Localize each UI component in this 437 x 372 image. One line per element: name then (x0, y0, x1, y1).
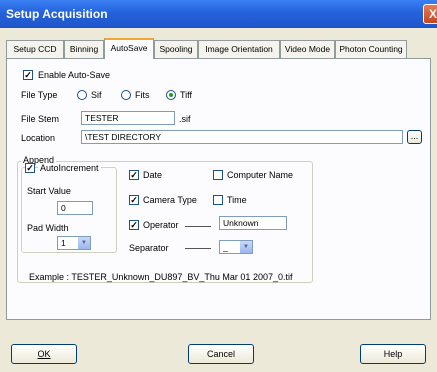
autosave-panel: ✓ Enable Auto-Save File Type Sif Fits Ti… (6, 58, 431, 320)
ok-button-label: OK (37, 349, 51, 359)
ok-button[interactable]: OK (11, 344, 77, 364)
camera-type-label: Camera Type (143, 195, 197, 205)
pad-width-value: 1 (61, 238, 66, 248)
operator-checkbox[interactable]: ✓ (129, 220, 139, 230)
file-type-fits-radio[interactable] (121, 90, 131, 100)
file-type-tiff-label: Tiff (180, 90, 193, 100)
help-button[interactable]: Help (360, 344, 426, 364)
window-title: Setup Acquisition (6, 7, 108, 21)
operator-input[interactable]: Unknown (219, 216, 287, 230)
operator-divider (185, 226, 211, 227)
pad-width-label: Pad Width (27, 223, 69, 233)
file-type-fits-label: Fits (135, 90, 150, 100)
separator-label: Separator (129, 243, 169, 253)
chevron-down-icon[interactable]: ▼ (240, 241, 252, 253)
time-checkbox[interactable] (213, 195, 223, 205)
camera-type-checkbox[interactable]: ✓ (129, 195, 139, 205)
tab-spooling[interactable]: Spooling (154, 40, 198, 58)
autoincrement-label: AutoIncrement (38, 163, 101, 173)
tab-photon-counting[interactable]: Photon Counting (335, 40, 407, 58)
separator-value: _ (223, 242, 228, 252)
tab-video-mode[interactable]: Video Mode (280, 40, 335, 58)
cancel-button[interactable]: Cancel (188, 344, 254, 364)
file-type-tiff-radio[interactable] (166, 90, 176, 100)
time-label: Time (227, 195, 247, 205)
file-type-label: File Type (21, 90, 58, 100)
file-type-sif-radio[interactable] (77, 90, 87, 100)
tab-autosave[interactable]: AutoSave (104, 38, 154, 59)
file-stem-label: File Stem (21, 114, 60, 124)
title-bar: Setup Acquisition X (0, 0, 437, 28)
computer-name-label: Computer Name (227, 170, 294, 180)
tab-binning[interactable]: Binning (64, 40, 104, 58)
date-checkbox[interactable]: ✓ (129, 170, 139, 180)
separator-divider (185, 248, 211, 249)
browse-location-button[interactable]: ... (407, 130, 422, 144)
tab-image-orientation[interactable]: Image Orientation (198, 40, 280, 58)
autoincrement-checkbox[interactable]: ✓ (25, 163, 35, 173)
enable-autosave-label: Enable Auto-Save (38, 70, 111, 80)
setup-acquisition-dialog: Setup Acquisition X Setup CCD Binning Au… (0, 0, 437, 372)
start-value-label: Start Value (27, 186, 71, 196)
location-input[interactable]: \TEST DIRECTORY (81, 130, 403, 144)
file-type-sif-label: Sif (91, 90, 102, 100)
close-icon[interactable]: X (423, 4, 437, 24)
chevron-down-icon[interactable]: ▼ (78, 237, 90, 249)
file-stem-extension: .sif (179, 114, 191, 124)
file-stem-input[interactable]: TESTER (81, 111, 175, 125)
operator-label: Operator (143, 220, 179, 230)
tab-setup-ccd[interactable]: Setup CCD (6, 40, 64, 58)
enable-autosave-checkbox[interactable]: ✓ (23, 70, 33, 80)
separator-select[interactable]: _ ▼ (219, 240, 253, 254)
pad-width-select[interactable]: 1 ▼ (57, 236, 91, 250)
example-filename: Example : TESTER_Unknown_DU897_BV_Thu Ma… (29, 272, 293, 282)
help-button-label: Help (383, 349, 403, 359)
start-value-input[interactable]: 0 (57, 201, 93, 215)
computer-name-checkbox[interactable] (213, 170, 223, 180)
cancel-button-label: Cancel (206, 349, 235, 359)
date-label: Date (143, 170, 163, 180)
location-label: Location (21, 133, 56, 143)
